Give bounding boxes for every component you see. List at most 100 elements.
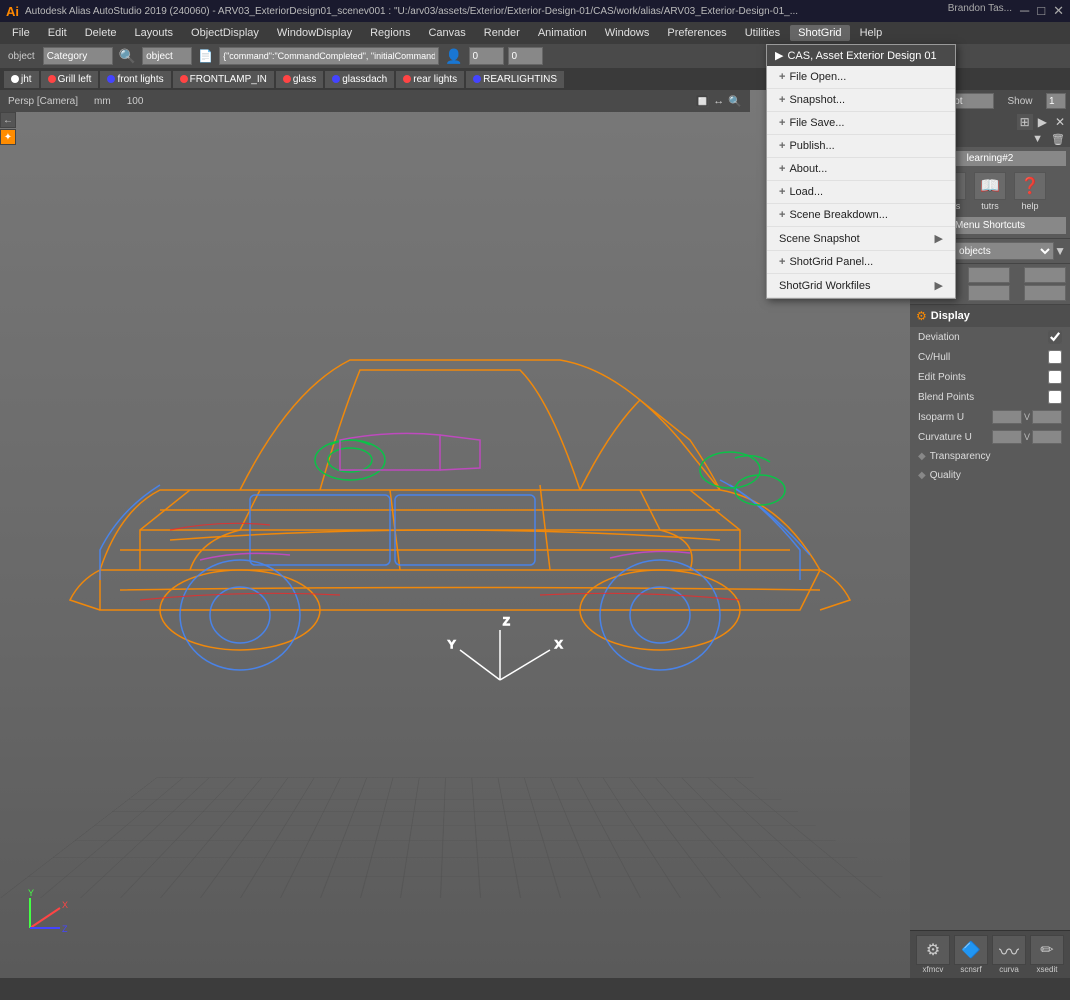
car-wireframe: X Y Z (40, 190, 860, 770)
layer-tab-rearlightins[interactable]: REARLIGHTINS (466, 71, 564, 88)
sg-workfiles[interactable]: ShotGrid Workfiles ▶ (767, 274, 955, 298)
sg-item-label-7: Scene Snapshot (779, 233, 860, 245)
layer-tab-frontlamp[interactable]: FRONTLAMP_IN (173, 71, 274, 88)
menu-utilities[interactable]: Utilities (737, 25, 788, 41)
toolbar-command-input[interactable] (219, 47, 439, 65)
layer-tab-glass[interactable]: glass (276, 71, 323, 88)
curvature-u-input[interactable] (992, 430, 1022, 444)
menu-windows[interactable]: Windows (597, 25, 658, 41)
close-button[interactable]: ✕ (1053, 3, 1064, 19)
menu-edit[interactable]: Edit (40, 25, 75, 41)
toolbar-coord2-input[interactable] (508, 47, 543, 65)
viewport-info: Persp [Camera] mm 100 🔲 ↔ 🔍 (0, 90, 750, 112)
quality-label: Quality (930, 470, 961, 481)
curva-icon[interactable]: 〰 curva (991, 935, 1027, 974)
sg-panel[interactable]: + ShotGrid Panel... (767, 251, 955, 274)
vp-left-icon-1[interactable]: ← (0, 112, 16, 128)
show-value-input[interactable] (1046, 93, 1066, 109)
scnsrf-icon[interactable]: 🔷 scnsrf (953, 935, 989, 974)
sg-file-open[interactable]: + File Open... (767, 66, 955, 89)
sg-item-label-9: ShotGrid Workfiles (779, 280, 871, 292)
layer-tab-grill[interactable]: Grill left (41, 71, 99, 88)
isoparm-u-input[interactable] (992, 410, 1022, 424)
viewport-icon3[interactable]: 🔍 (728, 95, 742, 108)
viewport-value: 100 (127, 96, 144, 107)
viewport-icon2[interactable]: ↔ (713, 95, 724, 108)
sg-load[interactable]: + Load... (767, 181, 955, 204)
panel-grid-icon[interactable]: ⊞ (1017, 114, 1033, 130)
sg-scene-breakdown[interactable]: + Scene Breakdown... (767, 204, 955, 227)
toolbar-object-input[interactable] (142, 47, 192, 65)
blendpoints-checkbox[interactable] (1048, 390, 1062, 404)
sg-file-save[interactable]: + File Save... (767, 112, 955, 135)
sg-about[interactable]: + About... (767, 158, 955, 181)
deviation-label: Deviation (918, 332, 1048, 343)
minimize-button[interactable]: ─ (1020, 3, 1029, 19)
isoparm-row: Isoparm U V (910, 407, 1070, 427)
axis-indicator: X Y Z (20, 888, 70, 938)
shotgrid-menu-header: ▶ CAS, Asset Exterior Design 01 (767, 45, 955, 66)
xsedit-icon[interactable]: ✏ xsedit (1029, 935, 1065, 974)
menu-render[interactable]: Render (476, 25, 528, 41)
panel-play-icon[interactable]: ▶ (1035, 114, 1050, 130)
panel-trash-icon[interactable]: 🗑 (1048, 133, 1068, 146)
sg-publish[interactable]: + Publish... (767, 135, 955, 158)
menu-layouts[interactable]: Layouts (127, 25, 182, 41)
transparency-arrow-icon: ◆ (918, 451, 926, 462)
help-icon[interactable]: ❓ help (1014, 172, 1046, 211)
isoparm-v-input[interactable] (1032, 410, 1062, 424)
menu-objectdisplay[interactable]: ObjectDisplay (183, 25, 267, 41)
vp-left-icon-2[interactable]: ✦ (0, 129, 16, 145)
deviation-checkbox[interactable] (1048, 330, 1062, 344)
menu-animation[interactable]: Animation (530, 25, 595, 41)
deviation-row: Deviation (910, 327, 1070, 347)
layer-tab-rearlights[interactable]: rear lights (396, 71, 464, 88)
toolbar-camera-icon[interactable]: 👤 (443, 48, 464, 65)
viewport-icon1[interactable]: 🔲 (696, 95, 710, 108)
toolbar-coord1-input[interactable] (469, 47, 504, 65)
menu-file[interactable]: File (4, 25, 38, 41)
menu-canvas[interactable]: Canvas (420, 25, 473, 41)
layer-tab-frontlights[interactable]: front lights (100, 71, 170, 88)
degree-input2[interactable] (1024, 267, 1066, 283)
display-header[interactable]: ⚙ Display (910, 305, 1070, 327)
cvhull-checkbox[interactable] (1048, 350, 1062, 364)
isoparm-v-label: V (1024, 412, 1030, 422)
toolbar-category-input[interactable] (43, 47, 113, 65)
sg-snapshot[interactable]: + Snapshot... (767, 89, 955, 112)
help-label: help (1021, 201, 1038, 211)
editpoints-checkbox[interactable] (1048, 370, 1062, 384)
layer-tab-jht[interactable]: jht (4, 71, 39, 88)
spans-input2[interactable] (1024, 285, 1066, 301)
svg-text:X: X (555, 639, 563, 651)
sg-arrow-icon-7: ▶ (935, 232, 943, 245)
menu-help[interactable]: Help (852, 25, 891, 41)
help-icon-box: ❓ (1014, 172, 1046, 200)
quality-row[interactable]: ◆ Quality (910, 466, 1070, 485)
spans-input1[interactable] (968, 285, 1010, 301)
picked-arrow-icon[interactable]: ▼ (1054, 244, 1066, 258)
menu-delete[interactable]: Delete (77, 25, 125, 41)
sg-scene-snapshot[interactable]: Scene Snapshot ▶ (767, 227, 955, 251)
titlebar-right: Brandon Tas... ─ □ ✕ (948, 3, 1064, 19)
curvature-v-input[interactable] (1032, 430, 1062, 444)
panel-down-icon[interactable]: ▼ (1029, 133, 1046, 146)
transparency-row[interactable]: ◆ Transparency (910, 447, 1070, 466)
shotgrid-header-text: CAS, Asset Exterior Design 01 (787, 50, 936, 62)
tutrs-icon[interactable]: 📖 tutrs (974, 172, 1006, 211)
shotgrid-menu[interactable]: ▶ CAS, Asset Exterior Design 01 + File O… (766, 44, 956, 299)
degree-input1[interactable] (968, 267, 1010, 283)
menu-regions[interactable]: Regions (362, 25, 418, 41)
toolbar-search-icon[interactable]: 🔍 (117, 48, 138, 65)
statusbar (0, 978, 1070, 1000)
toolbar-doc-icon[interactable]: 📄 (196, 49, 215, 63)
restore-button[interactable]: □ (1037, 3, 1045, 19)
sg-arrow-icon-9: ▶ (935, 279, 943, 292)
layer-tab-glassdach[interactable]: glassdach (325, 71, 394, 88)
user-name: Brandon Tas... (948, 3, 1012, 19)
xfmcv-icon[interactable]: ⚙ xfmcv (915, 935, 951, 974)
menu-windowdisplay[interactable]: WindowDisplay (269, 25, 360, 41)
menu-shotgrid[interactable]: ShotGrid (790, 25, 849, 41)
menu-preferences[interactable]: Preferences (659, 25, 734, 41)
panel-x-icon[interactable]: ✕ (1052, 114, 1068, 130)
